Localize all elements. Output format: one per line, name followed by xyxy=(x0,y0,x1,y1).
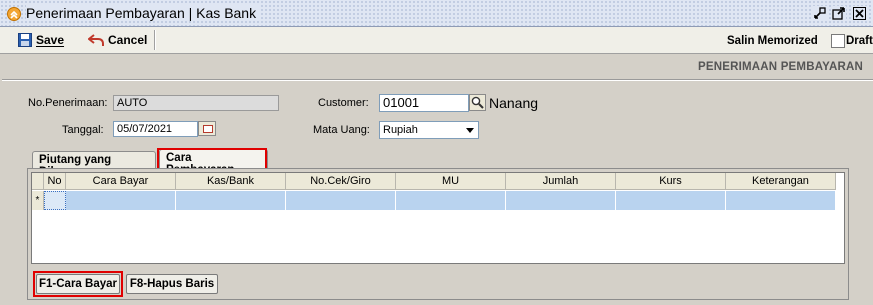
cancel-button[interactable]: Cancel xyxy=(88,31,147,49)
floppy-icon xyxy=(18,33,32,47)
column-header-keterangan[interactable]: Keterangan xyxy=(726,173,836,190)
column-header-mu[interactable]: MU xyxy=(396,173,506,190)
maximize-icon[interactable] xyxy=(831,6,846,21)
chevron-down-icon xyxy=(466,128,474,133)
section-title: PENERIMAAN PEMBAYARAN xyxy=(697,61,863,73)
customer-field[interactable]: 01001 xyxy=(379,94,469,112)
table-cell[interactable] xyxy=(506,191,616,210)
window-title: Penerimaan Pembayaran | Kas Bank xyxy=(26,5,261,21)
column-header-jumlah[interactable]: Jumlah xyxy=(506,173,616,190)
table-cell[interactable] xyxy=(66,191,176,210)
search-icon xyxy=(471,96,484,109)
table-cell[interactable] xyxy=(396,191,506,210)
lookup-button[interactable] xyxy=(469,94,486,111)
column-header-kas-bank[interactable]: Kas/Bank xyxy=(176,173,286,190)
grid-corner xyxy=(32,173,44,190)
close-icon[interactable] xyxy=(852,6,867,21)
cancel-label: Cancel xyxy=(108,33,148,47)
customer-label: Customer: xyxy=(318,97,369,109)
no-penerimaan-label: No.Penerimaan: xyxy=(28,97,108,109)
table-cell[interactable] xyxy=(616,191,726,210)
table-cell[interactable] xyxy=(286,191,396,210)
app-icon xyxy=(7,7,21,21)
no-penerimaan-field[interactable]: AUTO xyxy=(113,95,279,111)
draft-label: Draft xyxy=(846,35,873,47)
toolbar: Save Cancel Salin Memorized Draft xyxy=(0,27,873,54)
mata-uang-select[interactable]: Rupiah xyxy=(379,121,479,139)
customer-name: Nanang xyxy=(489,95,539,111)
column-header-no-cek-giro[interactable]: No.Cek/Giro xyxy=(286,173,396,190)
mata-uang-label: Mata Uang: xyxy=(313,124,370,136)
calendar-icon[interactable] xyxy=(198,121,216,136)
salin-memorized-button[interactable]: Salin Memorized xyxy=(727,35,818,47)
save-button[interactable]: Save xyxy=(18,31,64,49)
table-cell[interactable] xyxy=(176,191,286,210)
table-cell[interactable] xyxy=(726,191,836,210)
section-divider xyxy=(2,79,873,81)
draft-checkbox[interactable] xyxy=(831,34,845,48)
column-header-cara-bayar[interactable]: Cara Bayar xyxy=(66,173,176,190)
tab-piutang-dibayar[interactable]: Piutang yang Dibayar xyxy=(32,151,156,178)
toolbar-separator xyxy=(154,30,156,50)
restore-icon[interactable] xyxy=(812,6,827,21)
tanggal-field[interactable]: 05/07/2021 xyxy=(113,121,198,137)
column-header-kurs[interactable]: Kurs xyxy=(616,173,726,190)
window-title-bar[interactable]: Penerimaan Pembayaran | Kas Bank xyxy=(0,0,873,27)
hapus-baris-button[interactable]: F8-Hapus Baris xyxy=(126,274,218,294)
tanggal-label: Tanggal: xyxy=(62,124,104,136)
mata-uang-value: Rupiah xyxy=(383,124,418,136)
payment-grid[interactable]: No Cara Bayar Kas/Bank No.Cek/Giro MU Ju… xyxy=(31,172,845,264)
column-header-no[interactable]: No xyxy=(44,173,66,190)
table-cell[interactable] xyxy=(44,191,66,210)
save-label: Save xyxy=(36,33,65,47)
highlight-box-button xyxy=(33,271,123,297)
undo-icon xyxy=(88,34,104,46)
new-row-marker[interactable]: * xyxy=(32,191,44,210)
